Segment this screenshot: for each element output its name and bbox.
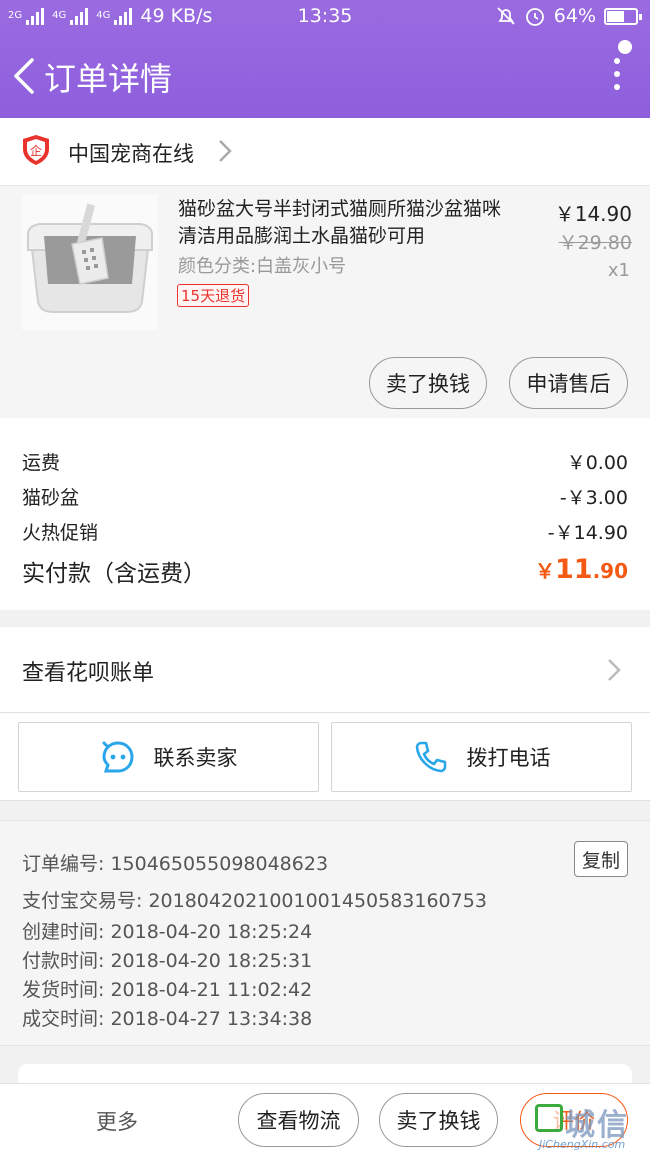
summary-value: ￥0.00 bbox=[566, 452, 628, 474]
mute-bell-icon bbox=[497, 7, 515, 25]
original-price: ￥29.80 bbox=[558, 232, 632, 254]
summary-label: 猫砂盆 bbox=[22, 487, 80, 509]
huabei-label: 查看花呗账单 bbox=[22, 661, 155, 686]
more-button[interactable]: 更多 bbox=[96, 1106, 138, 1136]
status-bar: 2G 4G 4G 49 KB/s 13:35 64% bbox=[0, 0, 650, 34]
chat-bubble-icon bbox=[101, 741, 134, 773]
bottom-sell-button[interactable]: 卖了换钱 bbox=[379, 1093, 498, 1147]
summary-row-discount: 猫砂盆 -￥3.00 bbox=[22, 483, 628, 510]
summary-label: 运费 bbox=[22, 452, 61, 474]
page-title: 订单详情 bbox=[44, 60, 173, 98]
huabei-bill-row[interactable]: 查看花呗账单 bbox=[0, 627, 650, 713]
status-right: 64% bbox=[496, 5, 642, 27]
total-currency: ￥ bbox=[534, 559, 555, 583]
paid-time: 付款时间: 2018-04-20 18:25:31 bbox=[22, 950, 313, 972]
contact-seller-button[interactable]: 联系卖家 bbox=[18, 722, 319, 792]
alipay-trade-number: 支付宝交易号: 2018042021001001450583160753 bbox=[22, 890, 487, 912]
price-summary: 运费 ￥0.00 猫砂盆 -￥3.00 火热促销 -￥14.90 实付款（含运费… bbox=[0, 418, 650, 610]
total-decimal: .90 bbox=[592, 559, 628, 583]
summary-label: 火热促销 bbox=[22, 522, 99, 544]
summary-row-shipping: 运费 ￥0.00 bbox=[22, 448, 628, 475]
view-logistics-button[interactable]: 查看物流 bbox=[238, 1093, 359, 1147]
created-time: 创建时间: 2018-04-20 18:25:24 bbox=[22, 921, 313, 943]
nav-bar: 订单详情 bbox=[0, 36, 650, 118]
more-vertical-icon[interactable] bbox=[614, 58, 622, 94]
product-title[interactable]: 猫砂盆大号半封闭式猫厕所猫沙盆猫咪清洁用品膨润土水晶猫砂可用 bbox=[178, 196, 518, 250]
summary-row-total: 实付款（含运费） ￥11.90 bbox=[22, 554, 628, 588]
notification-dot bbox=[618, 40, 632, 54]
watermark-url: JiChengXin.com bbox=[539, 1138, 626, 1151]
store-icon-text: 企 bbox=[30, 143, 42, 158]
header-bar: 2G 4G 4G 49 KB/s 13:35 64% 订单详情 bbox=[0, 0, 650, 118]
order-number: 订单编号: 150465055098048623 bbox=[22, 853, 329, 875]
alarm-icon bbox=[525, 8, 544, 26]
battery-percent: 64% bbox=[553, 5, 596, 27]
total-label: 实付款（含运费） bbox=[22, 561, 206, 587]
product-quantity: x1 bbox=[607, 260, 630, 281]
completed-time: 成交时间: 2018-04-27 13:34:38 bbox=[22, 1008, 313, 1030]
store-shield-icon: 企 bbox=[23, 135, 49, 165]
shipped-time: 发货时间: 2018-04-21 11:02:42 bbox=[22, 979, 313, 1001]
after-sale-button[interactable]: 申请售后 bbox=[509, 357, 628, 409]
battery-fill bbox=[607, 10, 625, 22]
battery-icon bbox=[604, 7, 642, 25]
phone-icon bbox=[415, 741, 446, 773]
product-thumbnail[interactable] bbox=[22, 194, 158, 330]
summary-value: -￥14.90 bbox=[547, 522, 628, 544]
product-spec: 颜色分类:白盖灰小号 bbox=[178, 256, 347, 277]
sell-for-cash-button[interactable]: 卖了换钱 bbox=[369, 357, 487, 409]
call-phone-button[interactable]: 拨打电话 bbox=[331, 722, 632, 792]
contact-seller-label: 联系卖家 bbox=[153, 746, 238, 770]
contact-section: 联系卖家 拨打电话 bbox=[0, 713, 650, 801]
order-item[interactable]: 猫砂盆大号半封闭式猫厕所猫沙盆猫咪清洁用品膨润土水晶猫砂可用 颜色分类:白盖灰小… bbox=[0, 186, 650, 418]
summary-row-promotion: 火热促销 -￥14.90 bbox=[22, 518, 628, 545]
chevron-right-icon bbox=[608, 659, 621, 681]
store-name: 中国宠商在线 bbox=[68, 142, 194, 166]
order-info: 订单编号: 150465055098048623 复制 支付宝交易号: 2018… bbox=[0, 820, 650, 1046]
refund-badge: 15天退货 bbox=[177, 284, 250, 307]
product-price: ￥14.90 bbox=[554, 202, 632, 226]
call-phone-label: 拨打电话 bbox=[466, 746, 551, 770]
chevron-right-icon bbox=[219, 140, 232, 162]
copy-button[interactable]: 复制 bbox=[574, 841, 628, 877]
back-arrow-icon[interactable] bbox=[10, 56, 40, 96]
summary-value: -￥3.00 bbox=[559, 487, 628, 509]
store-row[interactable]: 企 中国宠商在线 bbox=[0, 118, 650, 186]
total-integer: 11 bbox=[554, 554, 593, 585]
watermark: 城信 JiChengXin.com bbox=[531, 1090, 650, 1155]
watermark-logo-icon bbox=[535, 1104, 563, 1132]
total-value: ￥11.90 bbox=[535, 554, 628, 585]
